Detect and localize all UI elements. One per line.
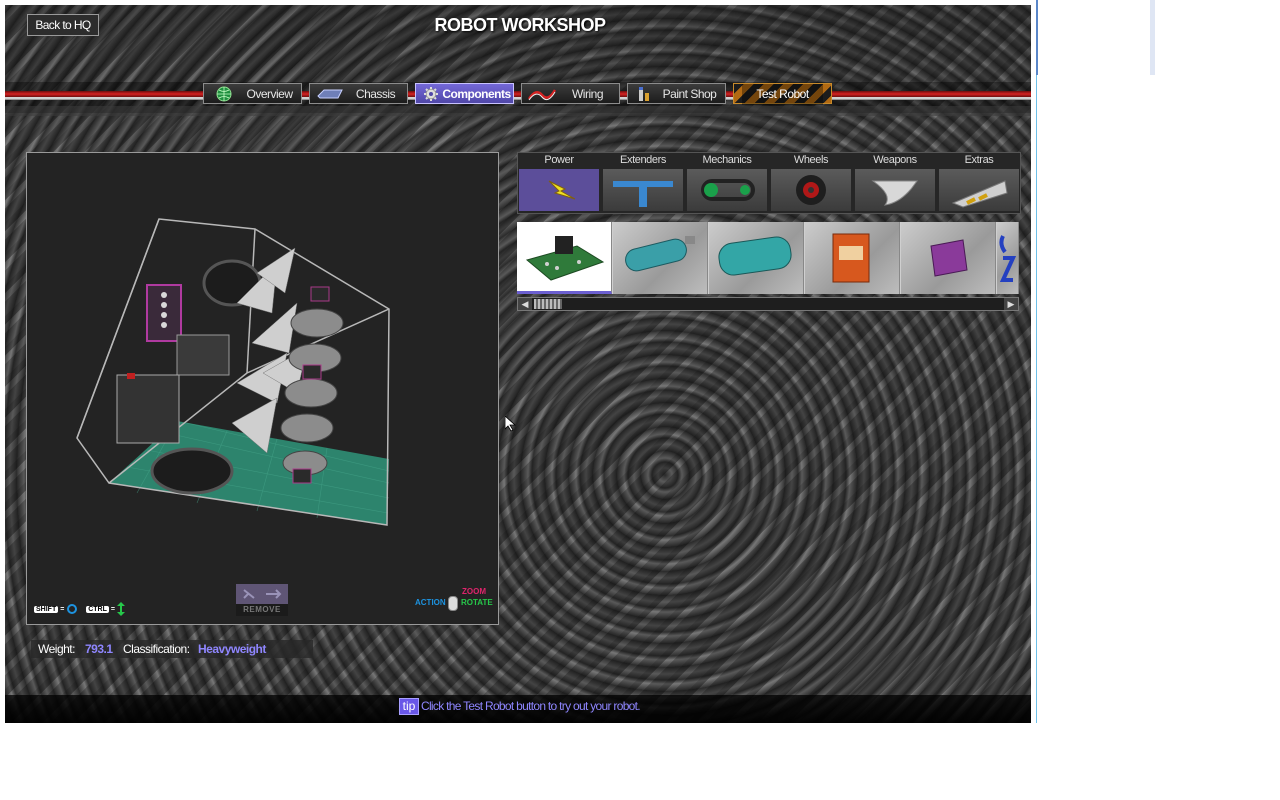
category-extras[interactable]: Extras xyxy=(938,153,1020,213)
weight-value: 793.1 xyxy=(85,642,113,656)
shift-key-label: SHIFT xyxy=(34,605,59,613)
tab-wiring[interactable]: Wiring xyxy=(521,83,620,104)
scroll-right-button[interactable]: ▶ xyxy=(1004,298,1018,310)
category-label: Extras xyxy=(964,154,994,166)
rotate-label: ROTATE xyxy=(461,598,493,607)
partial-item-icon xyxy=(999,235,1017,282)
tip-badge: tip xyxy=(399,698,419,715)
chassis-icon xyxy=(317,89,343,99)
blade-icon xyxy=(855,169,935,211)
component-co2-tank-large[interactable] xyxy=(709,222,804,294)
robot-workshop-app: Back to HQ ROBOT WORKSHOP Overview Chass… xyxy=(5,5,1031,723)
wire-icon xyxy=(528,89,556,101)
remove-icon xyxy=(236,584,288,604)
rotate-icon xyxy=(67,604,78,614)
window-edge xyxy=(1150,0,1155,75)
page-title: ROBOT WORKSHOP xyxy=(434,15,607,35)
tab-label: Paint Shop xyxy=(662,87,717,101)
tab-paint-shop[interactable]: Paint Shop xyxy=(627,83,726,104)
tab-components[interactable]: Components xyxy=(415,83,514,104)
component-orange-battery[interactable] xyxy=(805,222,900,294)
scroll-left-button[interactable]: ◀ xyxy=(518,298,532,310)
mouse-cursor xyxy=(504,415,517,437)
component-categories: Power Extenders Mechanics Wheels Weapons xyxy=(517,152,1021,214)
test-robot-button[interactable]: Test Robot xyxy=(733,83,832,105)
tip-bar: tip Click the Test Robot button to try o… xyxy=(5,695,1031,723)
chain-gear-icon xyxy=(687,169,767,211)
globe-icon xyxy=(216,86,232,102)
robot-model xyxy=(76,218,390,526)
component-purple-battery[interactable] xyxy=(901,222,996,294)
mouse-icon xyxy=(448,596,458,611)
robot-stats-bar: Weight: 793.1 Classification: Heavyweigh… xyxy=(31,640,313,658)
window-edge xyxy=(1036,75,1037,723)
classification-label: Classification: xyxy=(123,642,190,656)
zoom-label: ZOOM xyxy=(462,587,486,596)
robot-3d-viewport[interactable]: SHIFT = CTRL = REMOVE ZOOM ACTION ROTATE xyxy=(26,152,517,625)
component-co2-tank-small[interactable] xyxy=(613,222,708,294)
wheel-icon xyxy=(771,169,851,211)
ctrl-key-label: CTRL xyxy=(86,605,109,613)
category-label: Wheels xyxy=(793,154,829,166)
tip-text: Click the Test Robot button to try out y… xyxy=(421,699,641,713)
co2-tank-icon xyxy=(625,236,695,272)
circuit-board-icon xyxy=(525,236,605,281)
action-label: ACTION xyxy=(415,598,446,607)
nav-band-lower xyxy=(5,106,1031,116)
tab-label: Wiring xyxy=(571,87,604,101)
extender-bar-icon xyxy=(603,169,683,211)
category-power[interactable]: Power xyxy=(518,153,600,213)
tab-label: Test Robot xyxy=(742,84,823,105)
lightning-icon xyxy=(519,169,599,211)
category-label: Mechanics xyxy=(702,154,752,166)
mouse-controls-hint: ZOOM ACTION ROTATE xyxy=(415,587,495,617)
tab-overview[interactable]: Overview xyxy=(203,83,302,104)
battery-icon xyxy=(930,239,968,277)
component-partial-item[interactable] xyxy=(997,222,1019,294)
category-wheels[interactable]: Wheels xyxy=(770,153,852,213)
scroll-thumb[interactable] xyxy=(534,299,562,309)
wire-decoration xyxy=(5,84,1031,106)
category-label: Extenders xyxy=(620,154,666,166)
category-label: Weapons xyxy=(873,154,917,166)
component-list xyxy=(517,222,1019,294)
tab-label: Chassis xyxy=(355,87,396,101)
tab-label: Overview xyxy=(246,87,293,101)
remove-label: REMOVE xyxy=(243,605,281,614)
category-mechanics[interactable]: Mechanics xyxy=(686,153,768,213)
controls-hint: SHIFT = CTRL = xyxy=(34,602,125,616)
component-circuit-board[interactable] xyxy=(517,222,612,294)
weight-label: Weight: xyxy=(38,642,75,656)
category-extenders[interactable]: Extenders xyxy=(602,153,684,213)
co2-tank-icon xyxy=(718,236,792,276)
category-weapons[interactable]: Weapons xyxy=(854,153,936,213)
category-label: Power xyxy=(544,154,574,166)
tab-label: Components xyxy=(442,87,511,101)
classification-value: Heavyweight xyxy=(198,642,266,656)
remove-button[interactable]: REMOVE xyxy=(236,584,288,616)
tab-chassis[interactable]: Chassis xyxy=(309,83,408,104)
component-scrollbar[interactable]: ◀ ▶ xyxy=(517,297,1019,311)
wedge-icon xyxy=(939,169,1019,211)
vertical-move-icon xyxy=(116,602,125,616)
window-edge xyxy=(1036,0,1038,75)
battery-icon xyxy=(832,233,870,283)
